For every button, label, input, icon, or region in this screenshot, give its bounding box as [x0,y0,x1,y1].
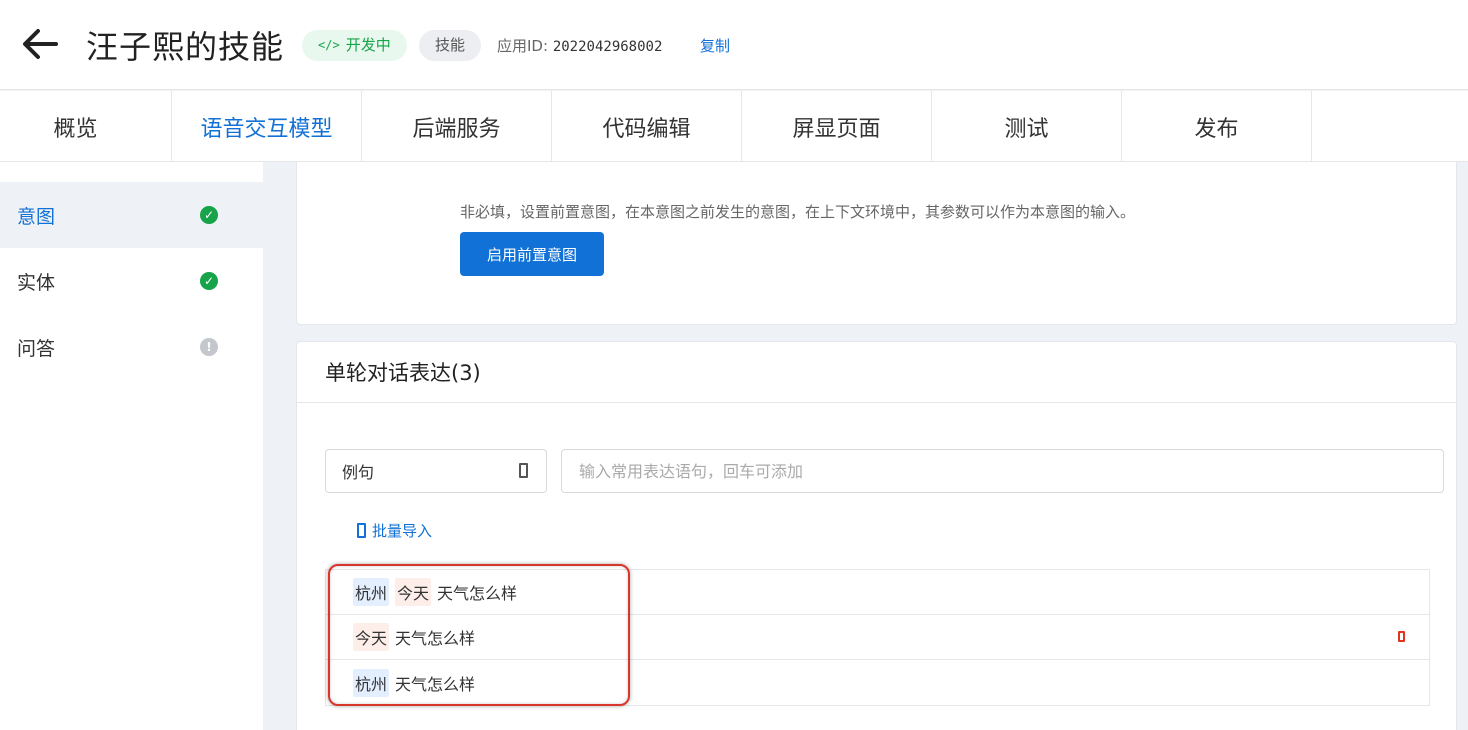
pre-intent-card: 非必填，设置前置意图，在本意图之前发生的意图，在上下文环境中，其参数可以作为本意… [296,162,1457,325]
skill-title: 汪子熙的技能 [86,28,285,66]
expressions-card: 单轮对话表达(3) 例句 批量导入 杭州 今天 天气怎么样 今天 天气怎么样 杭… [296,341,1457,730]
pre-intent-hint: 非必填，设置前置意图，在本意图之前发生的意图，在上下文环境中，其参数可以作为本意… [460,203,1136,221]
tab-screen-page[interactable]: 屏显页面 [742,91,932,162]
sidebar-item-entity[interactable]: 实体 ✓ [0,248,263,314]
app-id-label: 应用ID: [497,37,549,55]
app-header: 汪子熙的技能 </> 开发中 技能 应用ID: 2022042968002 复制 [0,0,1468,90]
tab-test[interactable]: 测试 [932,91,1122,162]
type-badge: 技能 [419,30,482,61]
app-id-value: 2022042968002 [552,39,663,55]
sidebar-item-label: 意图 [17,205,56,228]
tab-code-edit[interactable]: 代码编辑 [552,91,742,162]
check-circle-icon: ✓ [200,206,218,224]
delete-icon[interactable] [1398,631,1405,642]
app-id: 应用ID: 2022042968002 [497,35,662,56]
entity-chip-time[interactable]: 今天 [353,623,390,651]
expressions-title: 单轮对话表达(3) [297,342,1456,403]
tab-publish[interactable]: 发布 [1122,91,1312,162]
expression-input[interactable] [561,449,1444,493]
expression-type-select[interactable]: 例句 [325,449,547,493]
sidebar: 意图 ✓ 实体 ✓ 问答 ! [0,162,263,730]
sidebar-item-intent[interactable]: 意图 ✓ [0,182,263,248]
expression-list: 杭州 今天 天气怎么样 今天 天气怎么样 杭州 天气怎么样 [325,569,1430,706]
entity-chip-location[interactable]: 杭州 [353,578,390,606]
entity-chip-location[interactable]: 杭州 [353,668,390,697]
expression-text: 天气怎么样 [437,584,518,603]
expression-row[interactable]: 今天 天气怎么样 [326,615,1429,660]
main-tabs: 概览 语音交互模型 后端服务 代码编辑 屏显页面 测试 发布 [0,91,1468,162]
entity-chip-time[interactable]: 今天 [395,578,432,606]
sidebar-item-qa[interactable]: 问答 ! [0,314,263,380]
tab-overview[interactable]: 概览 [0,91,172,162]
back-arrow-icon[interactable] [20,26,60,62]
warning-circle-icon: ! [200,338,218,356]
code-icon: </> [318,38,340,52]
expression-row[interactable]: 杭州 天气怎么样 [326,660,1429,705]
chevron-down-icon [519,463,528,478]
sidebar-item-label: 问答 [17,337,56,360]
import-icon [357,523,366,538]
check-circle-icon: ✓ [200,272,218,290]
status-badge-label: 开发中 [345,36,391,54]
batch-import-label: 批量导入 [372,522,433,540]
expression-text: 天气怎么样 [395,629,476,648]
status-badge: </> 开发中 [302,30,407,61]
expression-row[interactable]: 杭州 今天 天气怎么样 [326,570,1429,615]
batch-import-link[interactable]: 批量导入 [357,520,432,541]
tab-backend-service[interactable]: 后端服务 [362,91,552,162]
copy-app-id-link[interactable]: 复制 [700,35,730,56]
sidebar-item-label: 实体 [17,271,56,294]
expression-text: 天气怎么样 [395,674,476,694]
expression-type-value: 例句 [342,463,375,482]
enable-pre-intent-button[interactable]: 启用前置意图 [460,232,604,276]
tab-voice-model[interactable]: 语音交互模型 [172,91,362,162]
